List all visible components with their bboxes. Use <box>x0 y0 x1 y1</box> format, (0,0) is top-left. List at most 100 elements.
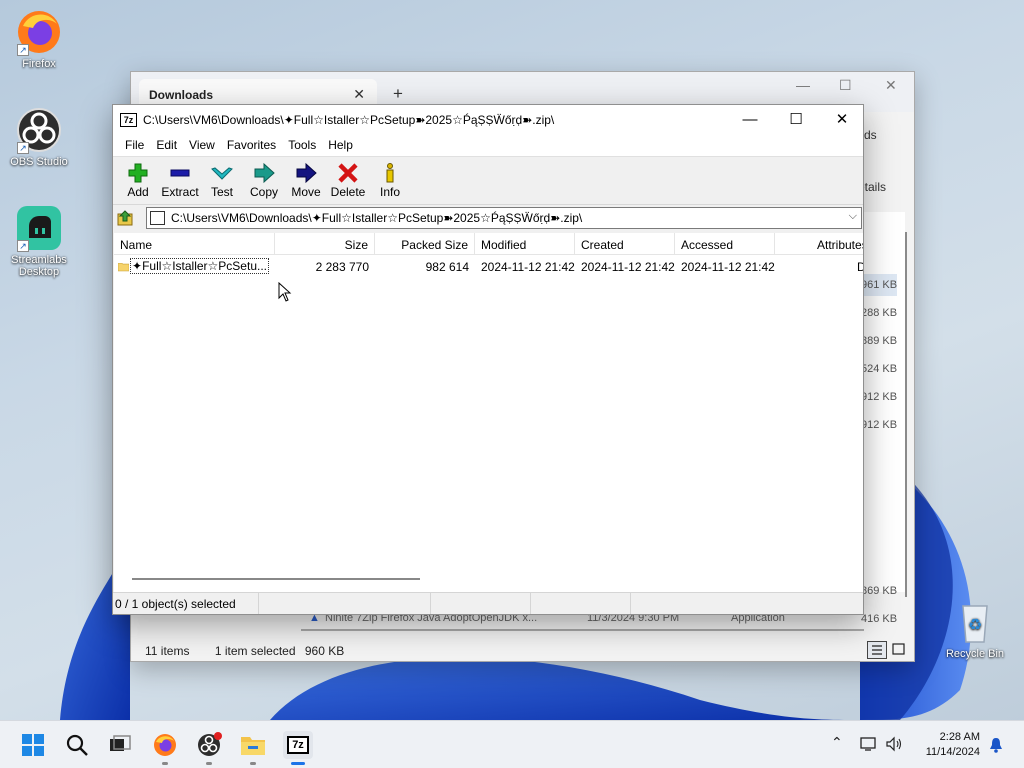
taskbar-firefox[interactable] <box>151 731 179 765</box>
desktop-icon-streamlabs[interactable]: ↗ Streamlabs Desktop <box>1 204 77 278</box>
menu-help[interactable]: Help <box>322 138 359 156</box>
close-button[interactable]: ✕ <box>819 109 865 131</box>
column-modified[interactable]: Modified <box>475 233 575 254</box>
menu-favorites[interactable]: Favorites <box>221 138 282 156</box>
taskbar-obs[interactable] <box>195 731 223 765</box>
file-name: ✦Full☆Istaller☆PcSetu... <box>130 258 269 274</box>
status-bar: 0 / 1 object(s) selected <box>113 592 863 614</box>
file-size: 869 KB <box>861 585 898 597</box>
delete-button[interactable]: Delete <box>327 161 369 204</box>
status-panel <box>259 593 431 614</box>
desktop-icon-obs[interactable]: ↗ OBS Studio <box>1 106 77 168</box>
close-tab-icon[interactable]: ✕ <box>353 86 365 103</box>
add-button[interactable]: Add <box>117 161 159 204</box>
menu-file[interactable]: File <box>119 138 150 156</box>
running-indicator <box>162 762 168 765</box>
test-button[interactable]: Test <box>201 161 243 204</box>
volume-icon[interactable] <box>885 736 903 752</box>
info-button[interactable]: Info <box>369 161 411 204</box>
delete-label: Delete <box>330 185 366 199</box>
column-size[interactable]: Size <box>275 233 375 254</box>
path-text: C:\Users\VM6\Downloads\✦Full☆Istaller☆Pc… <box>171 211 583 225</box>
address-bar: C:\Users\VM6\Downloads\✦Full☆Istaller☆Pc… <box>113 206 863 230</box>
start-button[interactable] <box>19 731 47 759</box>
copy-button[interactable]: Copy <box>243 161 285 204</box>
column-created[interactable]: Created <box>575 233 675 254</box>
details-view-button[interactable] <box>867 641 887 659</box>
new-tab-icon[interactable]: + <box>393 84 403 104</box>
list-header: Name Size Packed Size Modified Created A… <box>114 233 863 255</box>
column-packed-size[interactable]: Packed Size <box>375 233 475 254</box>
horizontal-scrollbar[interactable] <box>132 578 420 580</box>
minimize-button[interactable]: — <box>727 109 773 131</box>
obs-icon <box>198 732 222 756</box>
obs-icon: ↗ <box>15 106 63 154</box>
taskbar-7zip[interactable]: 7z <box>283 731 313 765</box>
check-icon <box>201 161 243 185</box>
network-icon[interactable] <box>860 736 878 752</box>
vertical-scrollbar[interactable] <box>905 232 907 597</box>
cell-attributes: D <box>857 260 863 274</box>
clock-time: 2:28 AM <box>939 731 980 743</box>
move-button[interactable]: Move <box>285 161 327 204</box>
folder-icon <box>118 263 130 272</box>
menu-tools[interactable]: Tools <box>282 138 322 156</box>
menu-edit[interactable]: Edit <box>150 138 183 156</box>
cell-created: 2024-11-12 21:42 <box>581 260 675 274</box>
desktop-icon-firefox[interactable]: ↗ Firefox <box>1 8 77 70</box>
close-icon[interactable]: ✕ <box>885 77 897 94</box>
chevron-down-icon[interactable]: ⌵ <box>849 210 857 223</box>
firefox-icon <box>154 734 176 756</box>
extract-button[interactable]: Extract <box>159 161 201 204</box>
info-icon <box>369 161 411 185</box>
window-titlebar[interactable]: 7z C:\Users\VM6\Downloads\✦Full☆Istaller… <box>113 105 863 135</box>
shortcut-arrow-icon: ↗ <box>17 240 29 252</box>
recycle-bin-icon: ♻ <box>951 598 999 646</box>
file-size: 912 KB <box>861 419 898 431</box>
notification-bell-icon[interactable] <box>989 737 1003 753</box>
column-name[interactable]: Name <box>114 233 275 254</box>
7zip-logo-icon: 7z <box>120 113 137 127</box>
column-attributes[interactable]: Attributes <box>775 233 863 254</box>
file-size: 889 KB <box>861 335 898 347</box>
horizontal-scrollbar[interactable] <box>301 629 864 631</box>
7zip-window[interactable]: 7z C:\Users\VM6\Downloads\✦Full☆Istaller… <box>112 104 864 615</box>
tab-label: Downloads <box>149 88 214 102</box>
menu-view[interactable]: View <box>183 138 221 156</box>
system-clock[interactable]: 2:28 AM 11/14/2024 <box>926 730 980 760</box>
desktop-icon-label: Recycle Bin <box>945 648 1005 660</box>
column-accessed[interactable]: Accessed <box>675 233 775 254</box>
file-size: 912 KB <box>861 391 898 403</box>
delete-x-icon <box>327 161 369 185</box>
file-size: 288 KB <box>861 307 898 319</box>
file-size: 416 KB <box>861 613 898 625</box>
tiles-view-button[interactable] <box>891 641 911 659</box>
svg-text:♻: ♻ <box>968 615 982 634</box>
window-title: C:\Users\VM6\Downloads\✦Full☆Istaller☆Pc… <box>143 113 555 127</box>
move-arrow-icon <box>285 161 327 185</box>
file-list[interactable]: Name Size Packed Size Modified Created A… <box>114 233 863 593</box>
path-field[interactable]: C:\Users\VM6\Downloads\✦Full☆Istaller☆Pc… <box>146 207 862 229</box>
desktop-icon-label: Firefox <box>22 58 56 70</box>
test-label: Test <box>210 185 233 199</box>
copy-label: Copy <box>249 185 278 199</box>
search-button[interactable] <box>63 731 91 759</box>
cell-modified: 2024-11-12 21:42 <box>481 260 575 274</box>
task-view-button[interactable] <box>106 731 134 759</box>
running-indicator <box>206 762 212 765</box>
taskbar-file-explorer[interactable] <box>239 731 267 765</box>
up-folder-icon[interactable] <box>116 208 138 228</box>
firefox-icon: ↗ <box>15 8 63 56</box>
minimize-icon[interactable]: — <box>796 77 810 93</box>
toolbar-text-fragment: ds <box>864 128 877 142</box>
desktop-icon-label: Streamlabs Desktop <box>11 254 67 278</box>
file-size: 524 KB <box>861 363 898 375</box>
desktop-icon-recycle-bin[interactable]: ♻ Recycle Bin <box>937 598 1013 660</box>
status-selected: 1 item selected <box>214 644 296 658</box>
chevron-up-icon[interactable]: ⌃ <box>831 734 843 751</box>
table-row[interactable]: ✦Full☆Istaller☆PcSetu... 2 283 770 982 6… <box>114 255 863 277</box>
extract-label: Extract <box>161 185 199 199</box>
maximize-icon[interactable]: ☐ <box>839 77 852 94</box>
maximize-button[interactable]: ☐ <box>773 109 819 131</box>
streamlabs-icon: ↗ <box>15 204 63 252</box>
